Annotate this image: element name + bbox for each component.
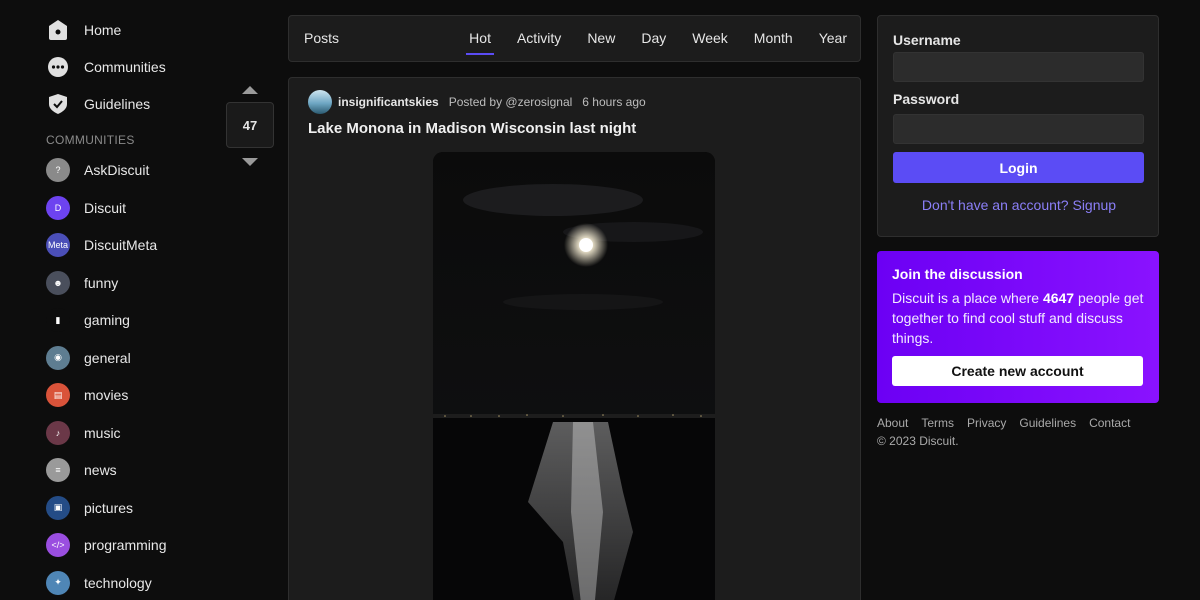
password-label: Password — [893, 91, 960, 107]
sidebar-community-discuit[interactable]: D Discuit — [46, 194, 126, 222]
signup-link[interactable]: Don't have an account? Signup — [878, 197, 1160, 213]
footer-link-guidelines[interactable]: Guidelines — [1019, 416, 1076, 430]
tab-new[interactable]: New — [574, 16, 628, 62]
footer-link-contact[interactable]: Contact — [1089, 416, 1130, 430]
general-icon: ◉ — [46, 345, 70, 370]
sidebar-item-label: Discuit — [84, 199, 127, 216]
sidebar-item-label: Guidelines — [84, 96, 151, 112]
home-icon — [46, 18, 70, 42]
sidebar-item-label: pictures — [84, 499, 134, 516]
programming-icon: </> — [46, 533, 70, 557]
gaming-icon: ▮ — [46, 308, 70, 332]
tab-week[interactable]: Week — [679, 16, 741, 62]
post-community-link[interactable]: insignificantskies — [338, 95, 439, 109]
sidebar-community-gaming[interactable]: ▮ gaming — [46, 306, 130, 334]
sidebar-item-label: funny — [84, 274, 119, 291]
feed-tabs: Hot Activity New Day Week Month Year — [456, 16, 860, 62]
username-input[interactable] — [893, 52, 1144, 82]
post-card[interactable]: insignificantskies Posted by @zerosignal… — [288, 77, 861, 600]
sidebar-item-label: news — [84, 462, 117, 478]
sidebar-community-music[interactable]: ♪ music — [46, 419, 121, 447]
sidebar-community-programming[interactable]: </> programming — [46, 531, 166, 559]
post-time: 6 hours ago — [582, 95, 646, 109]
feed-header: Posts Hot Activity New Day Week Month Year — [288, 15, 861, 62]
join-text: Discuit is a place where 4647 people get… — [892, 288, 1154, 348]
feed-title: Posts — [304, 30, 340, 46]
footer-link-about[interactable]: About — [877, 416, 908, 430]
tab-hot[interactable]: Hot — [456, 16, 504, 62]
vote-count: 47 — [226, 102, 274, 148]
tab-month[interactable]: Month — [741, 16, 806, 62]
sidebar-community-funny[interactable]: ☻ funny — [46, 269, 118, 297]
join-text-before: Discuit is a place where — [892, 290, 1043, 306]
sidebar-item-communities[interactable]: Communities — [46, 53, 166, 81]
downvote-icon[interactable] — [242, 158, 258, 166]
communities-section-label: COMMUNITIES — [46, 133, 135, 147]
sidebar-community-pictures[interactable]: ▣ pictures — [46, 494, 133, 522]
login-button[interactable]: Login — [893, 152, 1144, 183]
communities-icon — [46, 55, 70, 79]
sidebar-item-label: technology — [84, 574, 152, 591]
sidebar-item-label: music — [84, 424, 121, 441]
post-author[interactable]: Posted by @zerosignal — [449, 95, 573, 109]
sidebar-item-label: DiscuitMeta — [84, 237, 158, 253]
vote-panel: 47 — [226, 80, 274, 166]
tab-year[interactable]: Year — [806, 16, 860, 62]
post-image[interactable] — [433, 152, 715, 600]
post-meta: insignificantskies Posted by @zerosignal… — [308, 90, 646, 114]
sidebar-item-guidelines[interactable]: Guidelines — [46, 90, 150, 118]
sidebar-community-askdiscuit[interactable]: ? AskDiscuit — [46, 156, 149, 184]
footer-links: About Terms Privacy Guidelines Contact — [877, 416, 1130, 430]
askdiscuit-icon: ? — [46, 158, 70, 182]
shield-icon — [46, 92, 70, 116]
music-icon: ♪ — [46, 420, 70, 445]
sidebar-item-label: movies — [84, 387, 129, 403]
footer-link-privacy[interactable]: Privacy — [967, 416, 1006, 430]
sidebar-community-movies[interactable]: ▤ movies — [46, 381, 128, 409]
tab-activity[interactable]: Activity — [504, 16, 574, 62]
tab-day[interactable]: Day — [628, 16, 679, 62]
login-panel: Username Password Login Don't have an ac… — [877, 15, 1159, 237]
password-input[interactable] — [893, 114, 1144, 144]
sidebar-item-label: programming — [84, 537, 167, 553]
post-title[interactable]: Lake Monona in Madison Wisconsin last ni… — [308, 120, 636, 137]
join-panel: Join the discussion Discuit is a place w… — [877, 251, 1159, 403]
sidebar-item-label: Home — [84, 22, 122, 38]
pictures-icon: ▣ — [46, 495, 70, 520]
sidebar-item-label: general — [84, 349, 131, 366]
join-user-count: 4647 — [1042, 290, 1075, 306]
movies-icon: ▤ — [46, 383, 70, 407]
sidebar: Home Communities Guidelines COMMUNITIES … — [0, 0, 220, 600]
upvote-icon[interactable] — [242, 86, 258, 94]
news-icon: ≡ — [46, 458, 70, 482]
join-title: Join the discussion — [892, 266, 1023, 282]
sidebar-community-discuitmeta[interactable]: Meta DiscuitMeta — [46, 231, 157, 259]
technology-icon: ✦ — [46, 570, 70, 595]
funny-icon: ☻ — [46, 270, 70, 295]
sidebar-community-general[interactable]: ◉ general — [46, 344, 131, 372]
sidebar-community-technology[interactable]: ✦ technology — [46, 569, 152, 597]
copyright: © 2023 Discuit. — [877, 434, 959, 448]
discuit-icon: D — [46, 195, 70, 220]
community-avatar[interactable] — [308, 90, 332, 114]
sidebar-community-news[interactable]: ≡ news — [46, 456, 117, 484]
sidebar-item-label: gaming — [84, 312, 130, 328]
create-account-button[interactable]: Create new account — [892, 356, 1143, 386]
sidebar-item-label: AskDiscuit — [84, 162, 150, 178]
username-label: Username — [893, 32, 961, 48]
discuitmeta-icon: Meta — [46, 233, 70, 257]
sidebar-item-home[interactable]: Home — [46, 16, 121, 44]
footer-link-terms[interactable]: Terms — [921, 416, 954, 430]
sidebar-item-label: Communities — [84, 59, 166, 75]
